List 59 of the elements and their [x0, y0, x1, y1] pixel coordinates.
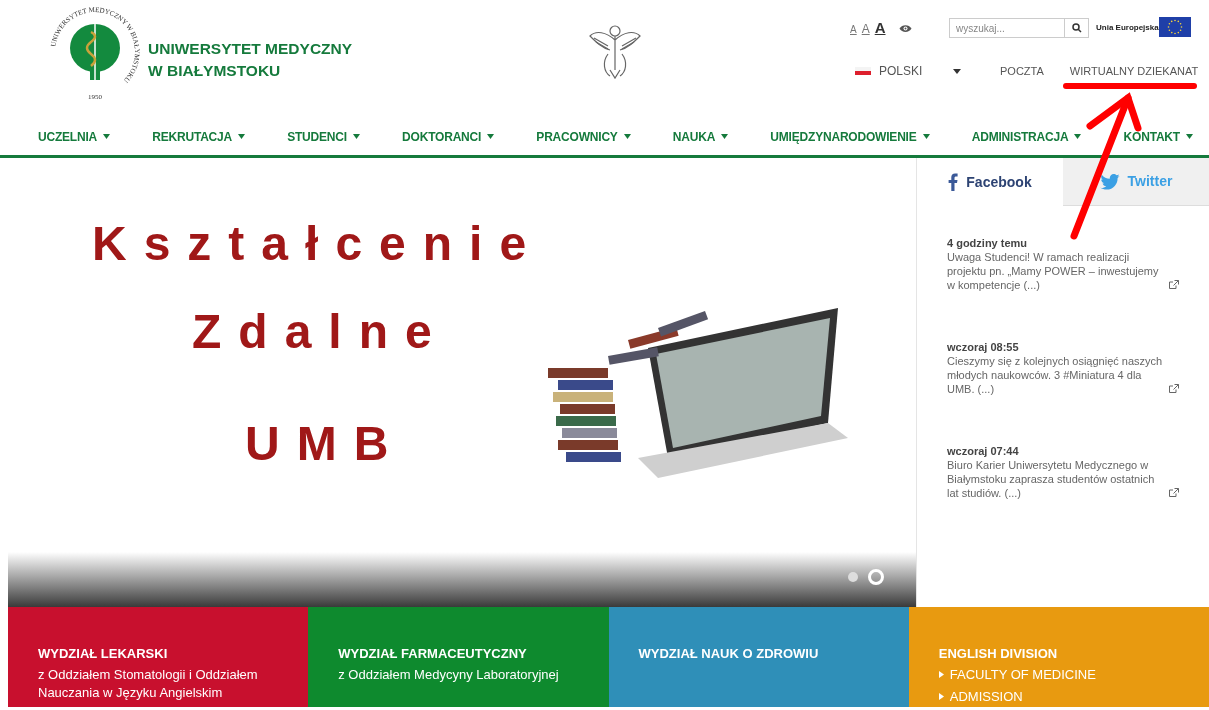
triangle-bullet-icon [938, 671, 944, 678]
caret-icon [953, 68, 961, 74]
triangle-bullet-icon [938, 693, 944, 700]
language-dropdown[interactable]: POLSKI [855, 62, 961, 80]
caret-icon [623, 134, 631, 139]
search-field[interactable]: wyszukaj... [949, 18, 1065, 38]
polish-flag-icon [855, 67, 871, 75]
eu-label: Unia Europejska [1096, 22, 1159, 34]
caret-icon [352, 134, 360, 139]
caret-icon [238, 134, 245, 139]
nav-menu-item[interactable]: DOKTORANCI [402, 127, 495, 146]
external-link-icon[interactable] [1169, 384, 1179, 393]
contrast-eye-icon[interactable] [898, 24, 912, 33]
nav-menu-item[interactable]: UCZELNIA [38, 127, 111, 146]
post-text: Uwaga Studenci! W ramach realizacji projektu pn. „Mamy POWER – inwestujemy w kompetencje (...) [947, 250, 1160, 292]
faculty-title: ENGLISH DIVISION [938, 645, 1059, 663]
caret-icon [1185, 134, 1193, 139]
nav-menu-item[interactable]: PRACOWNICY [536, 127, 631, 146]
caret-icon [922, 134, 930, 139]
external-link-icon[interactable] [1169, 280, 1179, 289]
search-icon [1071, 23, 1082, 33]
font-size-button[interactable]: A [850, 25, 857, 35]
nav-menu-item[interactable]: ADMINISTRACJA [971, 127, 1082, 146]
nav-menu-item[interactable]: NAUKA [672, 127, 729, 146]
faculty-title: WYDZIAŁ FARMACEUTYCZNY [338, 645, 528, 663]
external-link-icon[interactable] [1169, 488, 1179, 497]
faculty-subtitle: z Oddziałem Stomatologii i Oddziałem Nauczania w Języku Angielskim [38, 665, 259, 702]
nav-menu-item[interactable]: UMIĘDZYNARODOWIENIE [770, 127, 930, 146]
post-time: 4 godziny temu [947, 236, 1029, 250]
faculty-title: WYDZIAŁ NAUK O ZDROWIU [638, 645, 820, 663]
faculty-subtitle: z Oddziałem Medycyny Laboratoryjnej [338, 665, 560, 684]
post-text: Biuro Karier Uniwersytetu Medycznego w Białymstoku zaprasza studentów ostatnich lat studiów. (...) [947, 458, 1156, 500]
post-text: Cieszymy się z kolejnych osiągnięć naszych młodych naukowców. 3 #Miniatura 4 dla UMB. (...) [947, 354, 1164, 396]
faculty-tile[interactable]: WYDZIAŁ LEKARSKI z Oddziałem Stomatologii i Oddziałem Nauczania w Języku Angielskim [8, 607, 309, 707]
font-size-button[interactable]: A [874, 20, 886, 35]
caret-icon [1074, 134, 1082, 139]
caret-icon [487, 134, 495, 139]
caret-icon [721, 134, 729, 139]
header-link[interactable]: WIRTUALNY DZIEKANAT [1069, 63, 1199, 80]
facebook-icon [948, 173, 959, 191]
post-time: wczoraj 07:44 [947, 444, 1020, 458]
nav-menu-item[interactable]: KONTAKT [1123, 127, 1193, 146]
header-link[interactable]: POCZTA [1000, 63, 1044, 80]
caret-icon [103, 134, 111, 139]
search-button[interactable] [1065, 18, 1089, 38]
nav-menu-item[interactable]: STUDENCI [287, 127, 360, 146]
eu-flag-icon [1159, 17, 1191, 37]
slide-heading: Kształcenie [92, 220, 544, 268]
faculty-tile[interactable]: WYDZIAŁ FARMACEUTYCZNY z Oddziałem Medycyny Laboratoryjnej [308, 607, 609, 707]
university-name: UNIWERSYTET MEDYCZNY W BIAŁYMSTOKU [148, 39, 353, 81]
faculty-tile[interactable]: WYDZIAŁ NAUK O ZDROWIU [608, 607, 909, 707]
eagle-emblem-icon [588, 22, 642, 80]
faculty-title: WYDZIAŁ LEKARSKI [38, 645, 169, 663]
post-time: wczoraj 08:55 [947, 340, 1020, 354]
slide-heading: Zdalne [192, 308, 449, 356]
font-size-button[interactable]: A [861, 23, 870, 35]
nav-menu-item[interactable]: REKRUTACJA [152, 127, 245, 146]
slide-heading: UMB [245, 420, 406, 468]
twitter-icon [1099, 173, 1120, 190]
